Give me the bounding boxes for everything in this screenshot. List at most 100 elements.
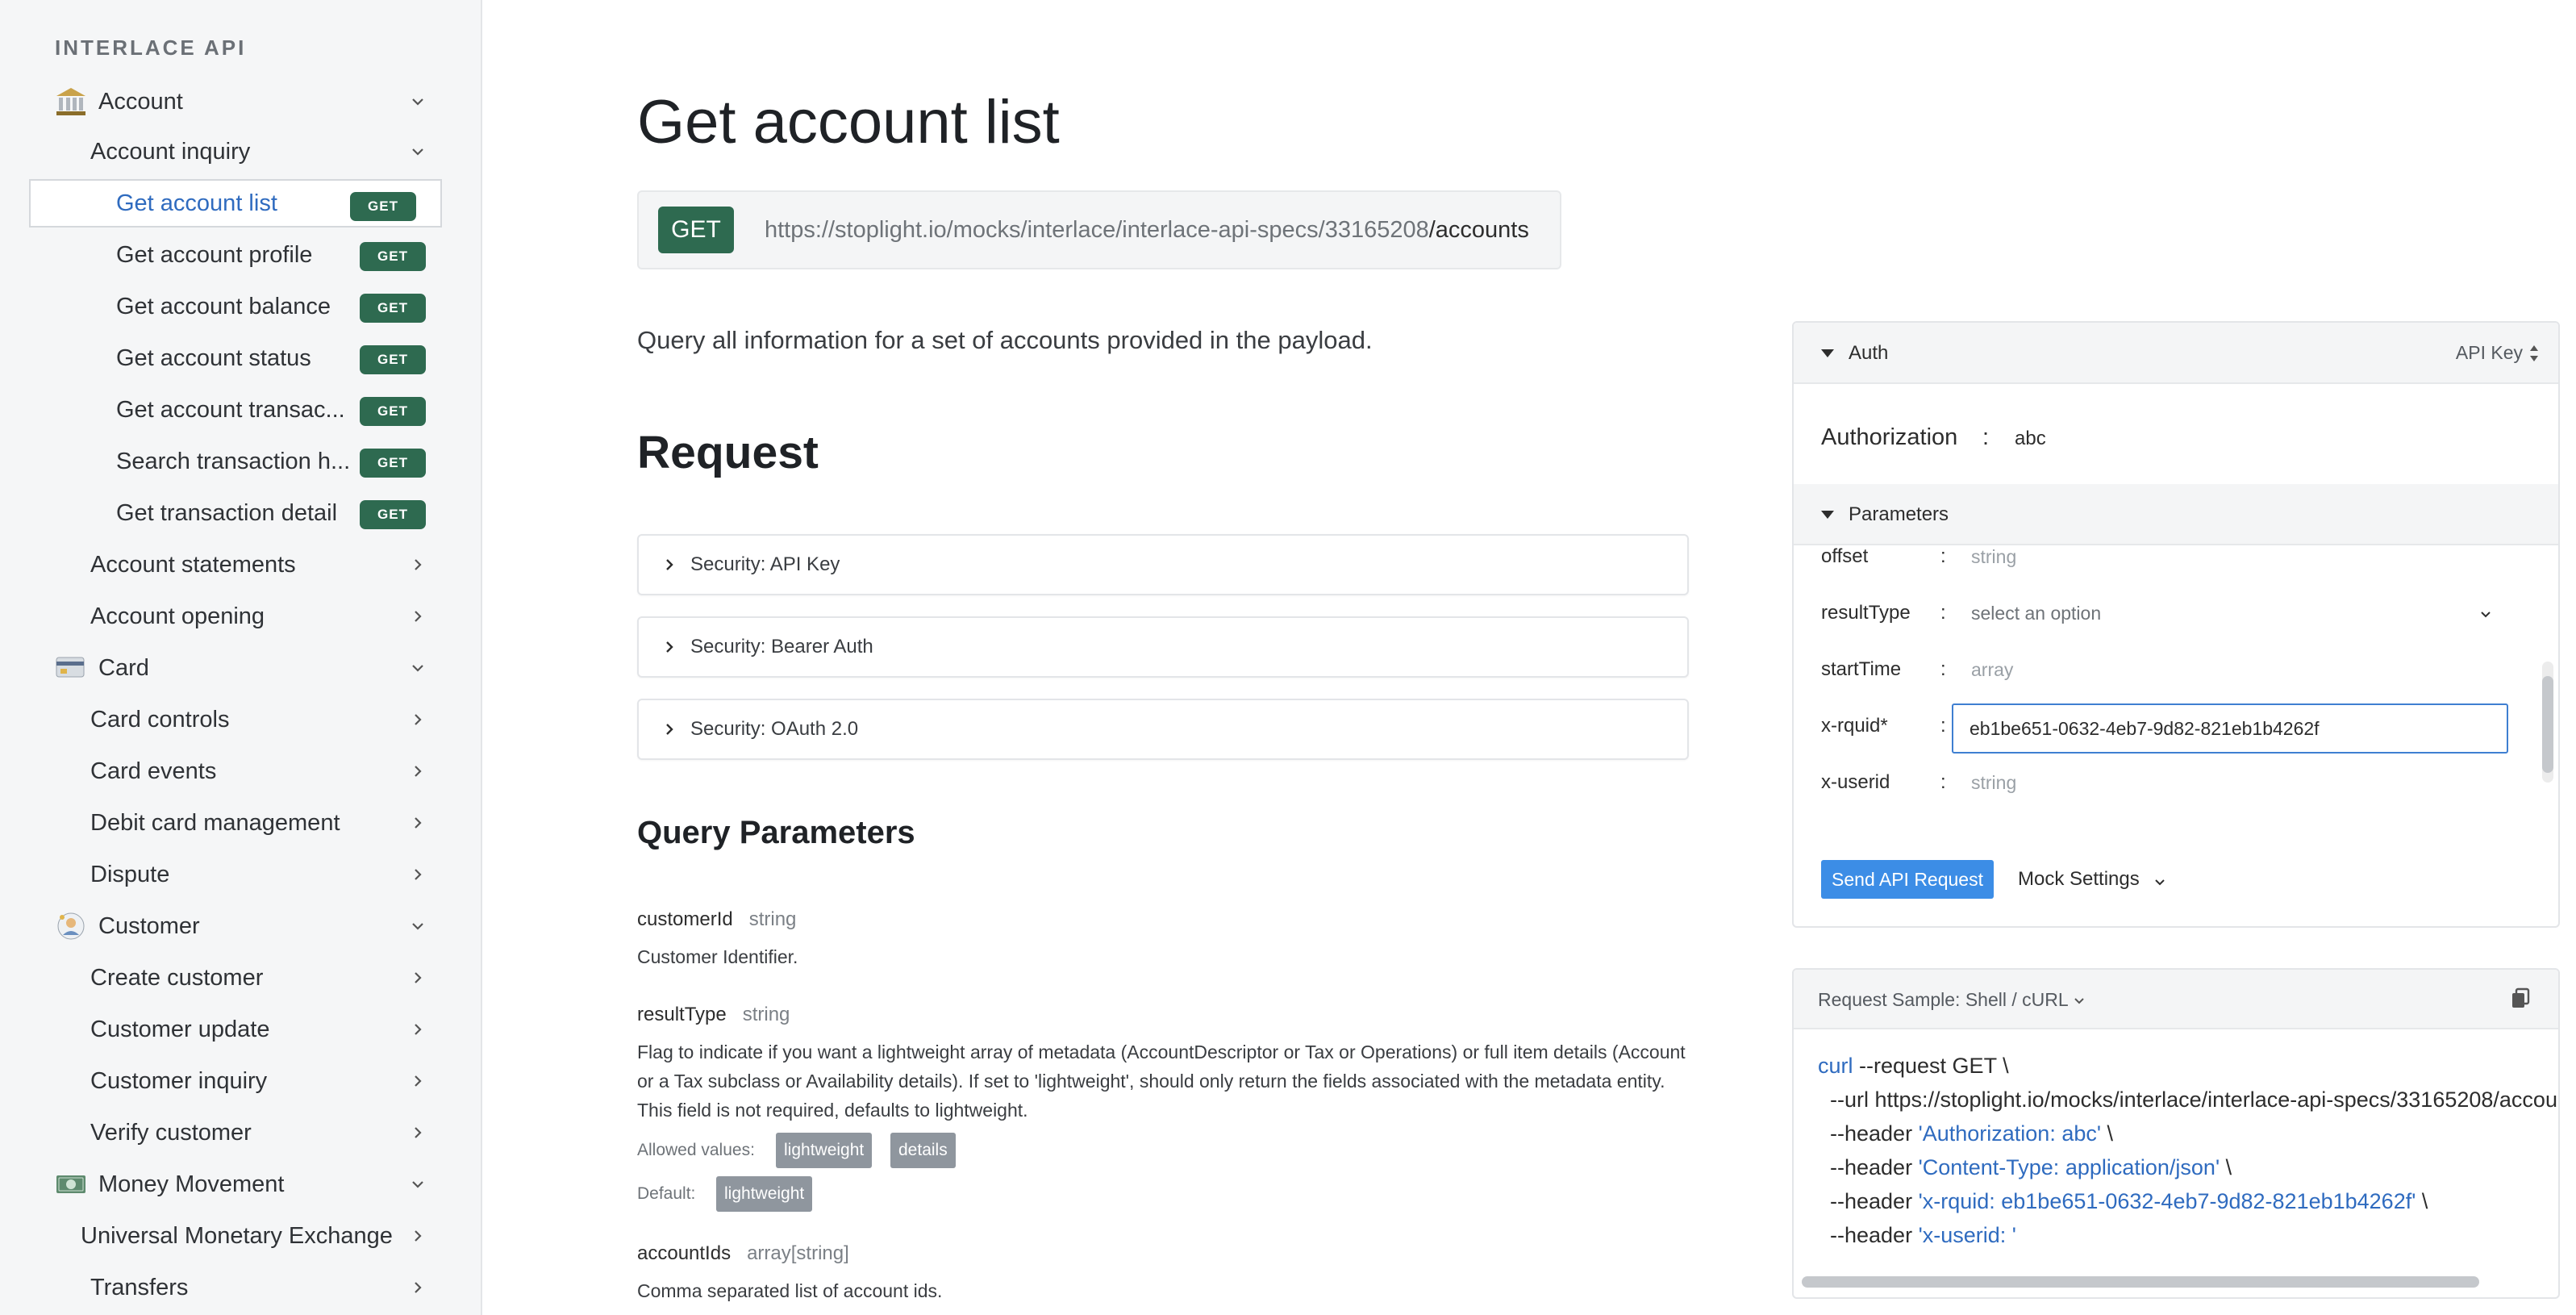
get-method-badge: GET <box>360 449 426 478</box>
code-line: --header 'Content-Type: application/json… <box>1818 1150 2558 1184</box>
security-label: Security: API Key <box>690 553 840 575</box>
sidebar-item-account-opening[interactable]: Account opening <box>0 592 452 641</box>
mock-settings-button[interactable]: Mock Settings <box>2018 868 2140 891</box>
chevron-right-icon <box>415 1075 422 1087</box>
sidebar-endpoint-get-account-status[interactable]: Get account status GET <box>0 334 452 382</box>
auth-section-header[interactable]: Auth API Key <box>1794 323 2558 384</box>
allowed-value-chip: details <box>890 1133 956 1168</box>
sidebar-item-label: Customer inquiry <box>90 1067 268 1094</box>
sidebar-item-card-events[interactable]: Card events <box>0 747 452 795</box>
sidebar-endpoint-get-account-list[interactable]: Get account list GET <box>29 179 442 228</box>
sidebar-item-label: Get account list <box>116 190 277 216</box>
sidebar-item-customer-update[interactable]: Customer update <box>0 1005 452 1054</box>
startTime-input[interactable]: array <box>1971 659 2013 681</box>
get-method-badge: GET <box>360 397 426 426</box>
field-separator: : <box>1940 715 1946 737</box>
param-row-resultType: resultType : select an option <box>1794 595 2558 636</box>
code-text: --header <box>1818 1121 1919 1146</box>
sidebar-group-account[interactable]: Account <box>0 77 452 126</box>
sidebar-endpoint-get-transaction-detail[interactable]: Get transaction detail GET <box>0 489 452 537</box>
sidebar-item-card-controls[interactable]: Card controls <box>0 695 452 744</box>
code-string: 'x-userid: ' <box>1918 1223 2016 1247</box>
param-customerId: customerId string <box>637 908 796 931</box>
auth-type-select[interactable]: API Key <box>2456 342 2523 364</box>
sidebar-item-label: Debit card management <box>90 809 340 836</box>
sidebar-endpoint-get-account-balance[interactable]: Get account balance GET <box>0 282 452 331</box>
chevron-down-icon <box>412 148 423 156</box>
copy-icon[interactable] <box>2510 987 2531 1010</box>
code-text: \ <box>2101 1121 2114 1146</box>
resultType-select[interactable]: select an option <box>1971 603 2101 624</box>
chevron-right-icon <box>415 817 422 829</box>
sidebar-item-label: Get transaction detail <box>116 499 338 526</box>
code-line: --header 'x-rquid: eb1be651-0632-4eb7-9d… <box>1818 1184 2558 1218</box>
sidebar: INTERLACE API Account Account inquiry Ge… <box>0 0 482 1315</box>
code-line: --url https://stoplight.io/mocks/interla… <box>1818 1083 2558 1117</box>
parameters-section-header[interactable]: Parameters <box>1794 484 2558 545</box>
caret-down-icon <box>1821 511 1834 519</box>
sidebar-endpoint-get-account-profile[interactable]: Get account profile GET <box>0 231 452 279</box>
request-sample-header: Request Sample: Shell / cURL <box>1794 970 2558 1029</box>
sidebar-item-label: Transfers <box>90 1274 189 1300</box>
sidebar-title: INTERLACE API <box>55 35 247 60</box>
x-userid-input[interactable]: string <box>1971 772 2016 794</box>
sidebar-item-label: Card controls <box>90 706 230 733</box>
sidebar-item-customer-inquiry[interactable]: Customer inquiry <box>0 1057 452 1105</box>
sidebar-item-transfers[interactable]: Transfers <box>0 1263 452 1312</box>
sidebar-item-label: Search transaction h... <box>116 448 351 474</box>
param-description: Comma separated list of account ids. <box>637 1280 943 1301</box>
code-horizontal-scrollbar[interactable] <box>1802 1276 2479 1288</box>
chevron-down-icon <box>412 923 423 930</box>
security-api-key-toggle[interactable]: Security: API Key <box>637 534 1689 595</box>
field-separator: : <box>1940 602 1946 624</box>
sidebar-group-card[interactable]: Card <box>0 644 452 692</box>
sidebar-item-label: Get account status <box>116 344 311 371</box>
param-row-label: x-rquid* <box>1821 715 1888 737</box>
param-row-x-rquid: x-rquid* : eb1be651-0632-4eb7-9d82-821eb… <box>1794 703 2558 754</box>
param-type: string <box>742 1004 790 1025</box>
chevron-down-icon <box>2481 612 2491 618</box>
chevron-right-icon <box>666 641 673 653</box>
bank-icon <box>53 86 89 118</box>
sidebar-item-universal-monetary-exchange[interactable]: Universal Monetary Exchange <box>0 1212 452 1260</box>
sidebar-item-dispute[interactable]: Dispute <box>0 850 452 899</box>
endpoint-url[interactable]: https://stoplight.io/mocks/interlace/int… <box>765 217 1529 244</box>
parameters-scrollbar-thumb[interactable] <box>2542 676 2553 773</box>
code-text: \ <box>2416 1189 2428 1213</box>
sidebar-item-verify-customer[interactable]: Verify customer <box>0 1108 452 1157</box>
sidebar-group-customer[interactable]: Customer <box>0 902 452 950</box>
code-text: --header <box>1818 1223 1919 1247</box>
field-separator: : <box>1940 545 1946 567</box>
security-oauth2-toggle[interactable]: Security: OAuth 2.0 <box>637 699 1689 760</box>
get-method-badge: GET <box>350 192 416 221</box>
send-api-request-button[interactable]: Send API Request <box>1821 860 1994 899</box>
sidebar-item-account-statements[interactable]: Account statements <box>0 541 452 589</box>
param-accountIds: accountIds array[string] <box>637 1242 849 1265</box>
field-separator: : <box>1940 771 1946 793</box>
param-name: customerId <box>637 908 733 930</box>
security-bearer-auth-toggle[interactable]: Security: Bearer Auth <box>637 616 1689 678</box>
sidebar-group-money-movement[interactable]: Money Movement <box>0 1160 452 1209</box>
chevron-down-icon <box>2074 998 2084 1004</box>
select-updown-icon <box>2530 345 2538 361</box>
sidebar-item-create-customer[interactable]: Create customer <box>0 954 452 1002</box>
request-sample-language-select[interactable]: Request Sample: Shell / cURL <box>1818 989 2069 1011</box>
authorization-input[interactable]: abc <box>2015 428 2046 450</box>
chevron-right-icon <box>415 766 422 777</box>
sidebar-item-label: Dispute <box>90 861 170 887</box>
sidebar-endpoint-search-transaction-history[interactable]: Search transaction h... GET <box>0 437 452 486</box>
x-rquid-input[interactable]: eb1be651-0632-4eb7-9d82-821eb1b4262f <box>1952 703 2508 754</box>
sidebar-item-debit-card-management[interactable]: Debit card management <box>0 799 452 847</box>
security-label: Security: Bearer Auth <box>690 636 873 658</box>
code-line: --header 'Authorization: abc' \ <box>1818 1117 2558 1150</box>
sidebar-item-account-inquiry[interactable]: Account inquiry <box>0 127 452 176</box>
chevron-right-icon <box>666 724 673 735</box>
try-it-panel: Auth API Key Authorization : abc Paramet… <box>1792 321 2560 928</box>
chevron-right-icon <box>415 1127 422 1138</box>
customer-icon <box>53 910 89 942</box>
get-method-badge: GET <box>360 294 426 323</box>
sidebar-item-label: Get account profile <box>116 241 313 268</box>
offset-input[interactable]: string <box>1971 546 2016 568</box>
sidebar-endpoint-get-account-transactions[interactable]: Get account transac... GET <box>0 386 452 434</box>
chevron-down-icon <box>412 665 423 672</box>
